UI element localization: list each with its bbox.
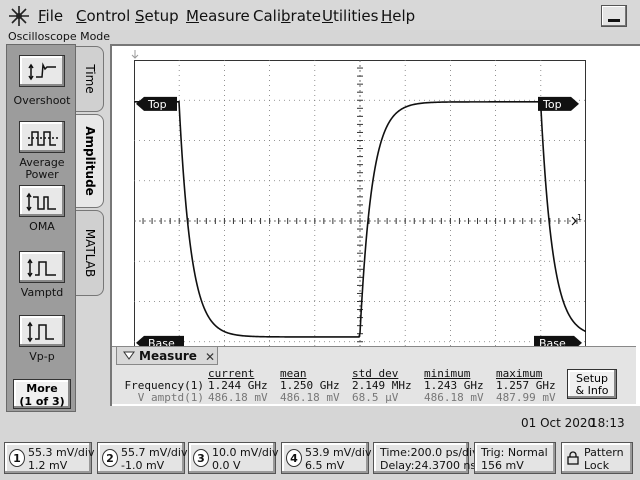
channel-offset: -1.0 mV: [121, 459, 165, 472]
top-marker-left[interactable]: Top: [136, 96, 177, 111]
tab-amplitude[interactable]: Amplitude: [76, 114, 104, 208]
measure-value: 486.18 mV: [424, 391, 484, 404]
tab-label: Amplitude: [82, 126, 97, 196]
mode-label: Oscilloscope Mode: [8, 30, 111, 43]
menu-file[interactable]: File: [38, 7, 63, 25]
marker-label: Top: [147, 98, 167, 111]
timebase-button[interactable]: Time:200.0 ps/div Delay:24.3700 ns: [373, 442, 479, 474]
tab-label: Time: [82, 64, 97, 94]
measure-title: Measure: [139, 349, 197, 363]
measurement-palette: Overshoot Average Power OMA Vamptd Vp-p More(…: [6, 44, 76, 412]
measure-row-label[interactable]: V amptd(1): [118, 391, 204, 404]
measure-value: 68.5 µV: [352, 391, 399, 404]
measure-panel: Measure ✕ current mean std dev minimum maxim…: [112, 346, 636, 404]
channel-1-button[interactable]: 1 55.3 mV/div 1.2 mV: [4, 442, 95, 474]
collapse-triangle-icon[interactable]: [123, 351, 135, 360]
lock-icon: [567, 451, 579, 468]
menu-setup[interactable]: Setup: [135, 7, 179, 25]
close-icon[interactable]: ✕: [205, 350, 215, 364]
channel-number-badge: 3: [193, 449, 209, 467]
channel-number-badge: 4: [286, 449, 302, 467]
trigger-button-line2: 156 mV: [481, 459, 524, 472]
top-marker-right[interactable]: Top: [538, 96, 579, 111]
channel-offset: 1.2 mV: [28, 459, 68, 472]
menu-utilities[interactable]: Utilities: [322, 7, 378, 25]
date-label: 01 Oct 2020: [521, 416, 596, 430]
measure-value: 486.18 mV: [208, 391, 268, 404]
more-button[interactable]: More (1 of 3): [13, 379, 71, 409]
trigger-button[interactable]: Trig: Normal 156 mV: [474, 442, 556, 474]
tab-matlab[interactable]: MATLAB: [76, 210, 104, 296]
average-power-button[interactable]: [19, 121, 65, 153]
pattern-lock-line1: Pattern: [584, 446, 624, 459]
channel-4-button[interactable]: 4 53.9 mV/div 6.5 mV: [281, 442, 372, 474]
channel-scale: 53.9 mV/div: [305, 446, 372, 459]
tool-label: Vp-p: [29, 350, 55, 363]
timebase-button-line2: Delay:24.3700 ns: [380, 459, 477, 472]
oma-button[interactable]: [19, 185, 65, 217]
vamptd-button[interactable]: [19, 251, 65, 283]
channel-scale: 10.0 mV/div: [212, 446, 279, 459]
setup-info-button[interactable]: Setup & Info: [567, 369, 617, 399]
menu-bar: File Control Setup Measure Calibrate Utilitie…: [0, 0, 640, 30]
channel-number-badge: 1: [9, 449, 25, 467]
channel-scale: 55.3 mV/div: [28, 446, 95, 459]
tab-label: MATLAB: [82, 228, 97, 278]
tool-label: Vamptd: [20, 286, 64, 299]
menu-measure[interactable]: Measure: [186, 7, 250, 25]
tool-label: OMA: [29, 220, 55, 233]
trigger-position-icon: [131, 50, 139, 59]
pattern-lock-line2: Lock: [584, 459, 610, 472]
timebase-button-line1: Time:200.0 ps/div: [380, 446, 479, 459]
time-label: 18:13: [590, 416, 625, 430]
channel-2-button[interactable]: 2 55.7 mV/div -1.0 mV: [97, 442, 188, 474]
tool-label: Average Power: [19, 156, 65, 181]
overshoot-button[interactable]: [19, 55, 65, 87]
channel-number-badge: 2: [102, 449, 118, 467]
menu-help[interactable]: Help: [381, 7, 415, 25]
channel-3-button[interactable]: 3 10.0 mV/div 0.0 V: [188, 442, 279, 474]
marker-label: Top: [542, 98, 562, 111]
pattern-lock-button[interactable]: Pattern Lock: [561, 442, 633, 474]
measure-value: 486.18 mV: [280, 391, 340, 404]
tool-label: Overshoot: [13, 94, 71, 107]
channel-offset: 0.0 V: [212, 459, 241, 472]
channel-ground-label: 1: [577, 213, 582, 222]
agilent-logo-icon: [9, 6, 29, 26]
menu-control[interactable]: Control: [76, 7, 130, 25]
trigger-button-line1: Trig: Normal: [481, 446, 548, 459]
channel-offset: 6.5 mV: [305, 459, 345, 472]
measure-tab[interactable]: Measure ✕: [116, 347, 218, 365]
tab-time[interactable]: Time: [76, 46, 104, 112]
waveform-display[interactable]: Top TopBase Base1: [134, 60, 586, 382]
app-window: File Control Setup Measure Calibrate Utilitie…: [0, 0, 640, 480]
measure-value: 487.99 mV: [496, 391, 556, 404]
channel-scale: 55.7 mV/div: [121, 446, 188, 459]
vp-p-button[interactable]: [19, 315, 65, 347]
menu-calibrate[interactable]: Calibrate: [253, 7, 321, 25]
minimize-button[interactable]: [601, 5, 627, 27]
